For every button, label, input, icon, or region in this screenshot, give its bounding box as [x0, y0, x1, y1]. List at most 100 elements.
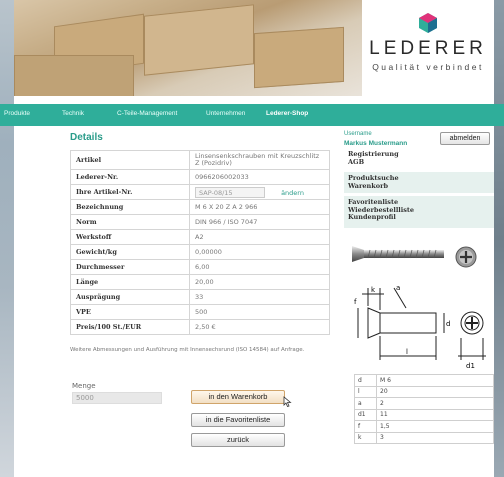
dim-key: a: [354, 397, 377, 410]
header-banner-image: [14, 0, 362, 96]
sidebar-link-registrierung[interactable]: Registrierung: [348, 150, 490, 159]
property-label: Ausprägung: [70, 289, 190, 305]
label-f: f: [354, 298, 357, 306]
nav-item-produkte[interactable]: Produkte: [4, 110, 30, 117]
nav-item-lederer-shop[interactable]: Lederer-Shop: [266, 110, 308, 117]
dim-value: 20: [376, 385, 494, 398]
table-row: Bezeichnung M 6 X 20 Z A 2 966: [70, 199, 330, 215]
dim-key: d1: [354, 408, 377, 421]
table-row: VPE 500: [70, 304, 330, 320]
customer-article-input[interactable]: SAP-08/15: [195, 186, 265, 198]
back-button[interactable]: zurück: [191, 433, 285, 447]
username-label: Username: [344, 131, 372, 137]
property-value: 20,00: [189, 274, 330, 290]
table-row: d1 11: [354, 408, 494, 421]
table-row: Werkstoff A2: [70, 229, 330, 245]
property-label: Werkstoff: [70, 229, 190, 245]
page: LEDERER Qualität verbindet Produkte Tech…: [0, 0, 504, 477]
logout-button[interactable]: abmelden: [440, 132, 490, 145]
property-value: DIN 966 / ISO 7047: [189, 214, 330, 230]
property-label: Gewicht/kg: [70, 244, 190, 260]
property-label: Ihre Artikel-Nr.: [70, 184, 190, 200]
property-label: Durchmesser: [70, 259, 190, 275]
dim-value: 3: [376, 431, 494, 444]
availability-note: Weitere Abmessungen und Ausführung mit I…: [70, 347, 305, 353]
nav-item-c-teile-management[interactable]: C-Teile-Management: [117, 110, 177, 117]
sidebar-block-account: Registrierung AGB: [344, 148, 494, 169]
label-d1: d1: [466, 362, 475, 370]
technical-drawing: k a f d l d1: [354, 284, 486, 370]
dim-key: k: [354, 431, 377, 444]
property-value: A2: [189, 229, 330, 245]
add-to-cart-button[interactable]: in den Warenkorb: [191, 390, 285, 404]
table-row: Lederer-Nr. 0966206002033: [70, 169, 330, 185]
dim-key: d: [354, 374, 377, 387]
label-k: k: [371, 286, 376, 294]
logo-mark-icon: [419, 13, 437, 33]
quantity-input[interactable]: 5000: [72, 392, 162, 404]
property-label: Artikel: [70, 150, 190, 170]
customer-article-cell: SAP-08/15 ändern: [189, 184, 330, 200]
property-label: Preis/100 St./EUR: [70, 319, 190, 335]
property-label: VPE: [70, 304, 190, 320]
property-value: 33: [189, 289, 330, 305]
property-value: M 6 X 20 Z A 2 966: [189, 199, 330, 215]
table-row: l 20: [354, 385, 494, 398]
main-nav: Produkte Technik C-Teile-Management Unte…: [0, 104, 504, 126]
property-label: Lederer-Nr.: [70, 169, 190, 185]
table-row: Preis/100 St./EUR 2,50 €: [70, 319, 330, 335]
table-row: a2: [354, 397, 494, 410]
dim-value: 2: [376, 397, 494, 410]
table-row: dM 6: [354, 374, 494, 387]
table-row: Gewicht/kg 0,00000: [70, 244, 330, 260]
screw-head-photo: [455, 246, 477, 268]
sidebar-link-agb[interactable]: AGB: [348, 158, 490, 167]
property-value: 0966206002033: [189, 169, 330, 185]
dim-key: l: [354, 385, 377, 398]
label-d: d: [446, 320, 450, 328]
table-row: Ausprägung 33: [70, 289, 330, 305]
sidebar-block-shop: Produktsuche Warenkorb: [344, 172, 494, 193]
table-row: Ihre Artikel-Nr. SAP-08/15 ändern: [70, 184, 330, 200]
dim-value: M 6: [376, 374, 494, 387]
table-row: Norm DIN 966 / ISO 7047: [70, 214, 330, 230]
logo-text: LEDERER: [369, 38, 487, 59]
logo-tagline: Qualität verbindet: [372, 62, 484, 72]
sidebar-link-kundenprofil[interactable]: Kundenprofil: [348, 213, 490, 222]
details-title: Details: [70, 132, 103, 143]
property-value: 2,50 €: [189, 319, 330, 335]
product-properties-table: Artikel Linsensenkschrauben mit Kreuzsch…: [70, 150, 330, 335]
banner-box: [254, 26, 344, 89]
property-label: Bezeichnung: [70, 199, 190, 215]
property-value: 6,00: [189, 259, 330, 275]
dim-value: 1,5: [376, 420, 494, 433]
sidebar-link-warenkorb[interactable]: Warenkorb: [348, 182, 490, 191]
quantity-label: Menge: [72, 382, 96, 390]
dimensions-table: dM 6 l 20 a2 d1 11 f 1,5 k3: [354, 374, 494, 444]
label-a: a: [396, 284, 400, 292]
mouse-cursor-icon: [283, 396, 292, 407]
table-row: k3: [354, 431, 494, 444]
dim-value: 11: [376, 408, 494, 421]
nav-item-technik[interactable]: Technik: [62, 110, 84, 117]
property-label: Länge: [70, 274, 190, 290]
property-value: 0,00000: [189, 244, 330, 260]
logo[interactable]: LEDERER Qualität verbindet: [362, 0, 494, 96]
table-row: Durchmesser 6,00: [70, 259, 330, 275]
add-to-favorites-button[interactable]: in die Favoritenliste: [191, 413, 285, 427]
table-row: f 1,5: [354, 420, 494, 433]
nav-item-unternehmen[interactable]: Unternehmen: [206, 110, 245, 117]
banner-box: [144, 4, 254, 76]
sidebar-block-lists: Favoritenliste Wiederbestellliste Kunden…: [344, 196, 494, 228]
screw-photo-side: [352, 246, 444, 262]
table-row: Artikel Linsensenkschrauben mit Kreuzsch…: [70, 150, 330, 170]
dim-key: f: [354, 420, 377, 433]
banner-box: [14, 55, 134, 96]
property-value: 500: [189, 304, 330, 320]
table-row: Länge 20,00: [70, 274, 330, 290]
property-value: Linsensenkschrauben mit Kreuzschlitz Z (…: [189, 150, 330, 170]
label-l: l: [406, 348, 408, 356]
change-link[interactable]: ändern: [281, 189, 304, 197]
username-value: Markus Mustermann: [344, 140, 408, 147]
property-label: Norm: [70, 214, 190, 230]
